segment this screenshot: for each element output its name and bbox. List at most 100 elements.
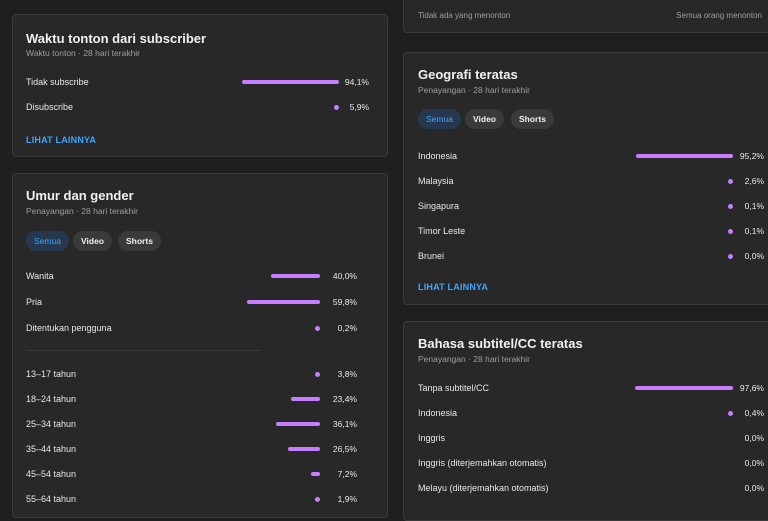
card-title: Waktu tonton dari subscriber <box>26 31 207 46</box>
value-bar <box>311 472 320 476</box>
row-label: 25–34 tahun <box>26 419 77 429</box>
row-value: 7,2% <box>337 469 357 479</box>
value-bar <box>635 386 733 390</box>
value-dot <box>728 229 733 234</box>
row-value: 26,5% <box>332 444 357 454</box>
geography-row: Timor Leste 0,1% <box>418 224 764 238</box>
geography-row: Malaysia 2,6% <box>418 174 764 188</box>
age-row: 18–24 tahun 23,4% <box>26 392 357 406</box>
chip-all[interactable]: Semua <box>26 231 69 251</box>
card-subtitle: Penayangan · 28 hari terakhir <box>26 206 138 216</box>
age-row: 45–54 tahun 7,2% <box>26 467 357 481</box>
card-subtitle: Waktu tonton · 28 hari terakhir <box>26 48 141 58</box>
previous-card-strip: Tidak ada yang menonton Semua orang meno… <box>403 0 768 33</box>
scale-min-note: Tidak ada yang menonton <box>418 11 511 20</box>
row-value: 0,0% <box>744 483 764 493</box>
value-dot <box>728 179 733 184</box>
value-dot <box>728 411 733 416</box>
row-label: Ditentukan pengguna <box>26 323 112 333</box>
row-label: Inggris <box>418 433 446 443</box>
top-geography-card: Geografi teratas Penayangan · 28 hari te… <box>403 52 768 305</box>
value-bar <box>242 80 339 84</box>
card-subtitle: Penayangan · 28 hari terakhir <box>418 354 530 364</box>
value-bar <box>275 422 320 426</box>
row-value: 40,0% <box>332 271 357 281</box>
row-value: 0,2% <box>337 323 357 333</box>
value-dot <box>728 254 733 259</box>
chip-video[interactable]: Video <box>465 109 504 129</box>
geography-row: Indonesia 95,2% <box>418 149 764 163</box>
row-label: Wanita <box>26 271 54 281</box>
row-value: 94,1% <box>344 77 369 87</box>
row-value: 97,6% <box>739 383 764 393</box>
subscriber-row: Tidak subscribe 94,1% <box>26 75 369 89</box>
row-label: Tanpa subtitel/CC <box>418 383 490 393</box>
chip-all[interactable]: Semua <box>418 109 461 129</box>
card-title: Geografi teratas <box>418 67 518 82</box>
gender-row: Ditentukan pengguna 0,2% <box>26 321 357 335</box>
row-label: Indonesia <box>418 151 458 161</box>
row-label: Inggris (diterjemahkan otomatis) <box>418 458 547 468</box>
geography-row: Brunei 0,0% <box>418 249 764 263</box>
subscriber-row: Disubscribe 5,9% <box>26 100 369 114</box>
subtitle-language-row: Inggris (diterjemahkan otomatis) 0,0% <box>418 456 764 470</box>
row-label: Pria <box>26 297 43 307</box>
value-bar <box>291 397 320 401</box>
subtitle-language-row: Tanpa subtitel/CC 97,6% <box>418 381 764 395</box>
row-label: Melayu (diterjemahkan otomatis) <box>418 483 549 493</box>
see-more-link[interactable]: LIHAT LAINNYA <box>418 282 488 292</box>
row-value: 59,8% <box>332 297 357 307</box>
age-row: 35–44 tahun 26,5% <box>26 442 357 456</box>
row-value: 36,1% <box>332 419 357 429</box>
gender-row: Wanita 40,0% <box>26 269 357 283</box>
row-label: 35–44 tahun <box>26 444 77 454</box>
row-label: 13–17 tahun <box>26 369 77 379</box>
row-label: 45–54 tahun <box>26 469 77 479</box>
row-label: Singapura <box>418 201 460 211</box>
row-label: Brunei <box>418 251 445 261</box>
value-dot <box>334 105 339 110</box>
row-label: Disubscribe <box>26 102 74 112</box>
row-value: 0,1% <box>744 201 764 211</box>
age-row: 13–17 tahun 3,8% <box>26 367 357 381</box>
card-title: Bahasa subtitel/CC teratas <box>418 336 583 351</box>
row-label: Tidak subscribe <box>26 77 89 87</box>
chip-shorts[interactable]: Shorts <box>511 109 554 129</box>
value-dot <box>728 204 733 209</box>
gender-row: Pria 59,8% <box>26 295 357 309</box>
subtitle-language-row: Inggris 0,0% <box>418 431 764 445</box>
row-label: Indonesia <box>418 408 458 418</box>
see-more-link[interactable]: LIHAT LAINNYA <box>26 135 96 145</box>
subtitle-language-row: Indonesia 0,4% <box>418 406 764 420</box>
row-label: 18–24 tahun <box>26 394 77 404</box>
geography-row: Singapura 0,1% <box>418 199 764 213</box>
row-value: 0,0% <box>744 458 764 468</box>
age-row: 55–64 tahun 1,9% <box>26 492 357 506</box>
scale-max-note: Semua orang menonton <box>676 11 762 20</box>
top-subtitle-languages-card: Bahasa subtitel/CC teratas Penayangan · … <box>403 321 768 521</box>
subscriber-watch-time-card: Waktu tonton dari subscriber Waktu tonto… <box>12 14 388 157</box>
row-value: 1,9% <box>337 494 357 504</box>
age-row: 25–34 tahun 36,1% <box>26 417 357 431</box>
card-title: Umur dan gender <box>26 188 134 203</box>
section-divider <box>26 350 260 351</box>
value-bar <box>635 154 733 158</box>
row-value: 95,2% <box>739 151 764 161</box>
chip-video[interactable]: Video <box>73 231 112 251</box>
value-bar <box>247 300 320 304</box>
row-value: 0,1% <box>744 226 764 236</box>
value-dot <box>315 326 320 331</box>
row-value: 2,6% <box>744 176 764 186</box>
row-value: 0,0% <box>744 433 764 443</box>
row-value: 3,8% <box>337 369 357 379</box>
row-value: 23,4% <box>332 394 357 404</box>
row-label: Malaysia <box>418 176 454 186</box>
value-dot <box>315 372 320 377</box>
row-label: Timor Leste <box>418 226 466 236</box>
subtitle-language-row: Melayu (diterjemahkan otomatis) 0,0% <box>418 481 764 495</box>
chip-shorts[interactable]: Shorts <box>118 231 161 251</box>
row-label: 55–64 tahun <box>26 494 77 504</box>
row-value: 0,4% <box>744 408 764 418</box>
card-subtitle: Penayangan · 28 hari terakhir <box>418 85 530 95</box>
age-gender-card: Umur dan gender Penayangan · 28 hari ter… <box>12 173 388 518</box>
